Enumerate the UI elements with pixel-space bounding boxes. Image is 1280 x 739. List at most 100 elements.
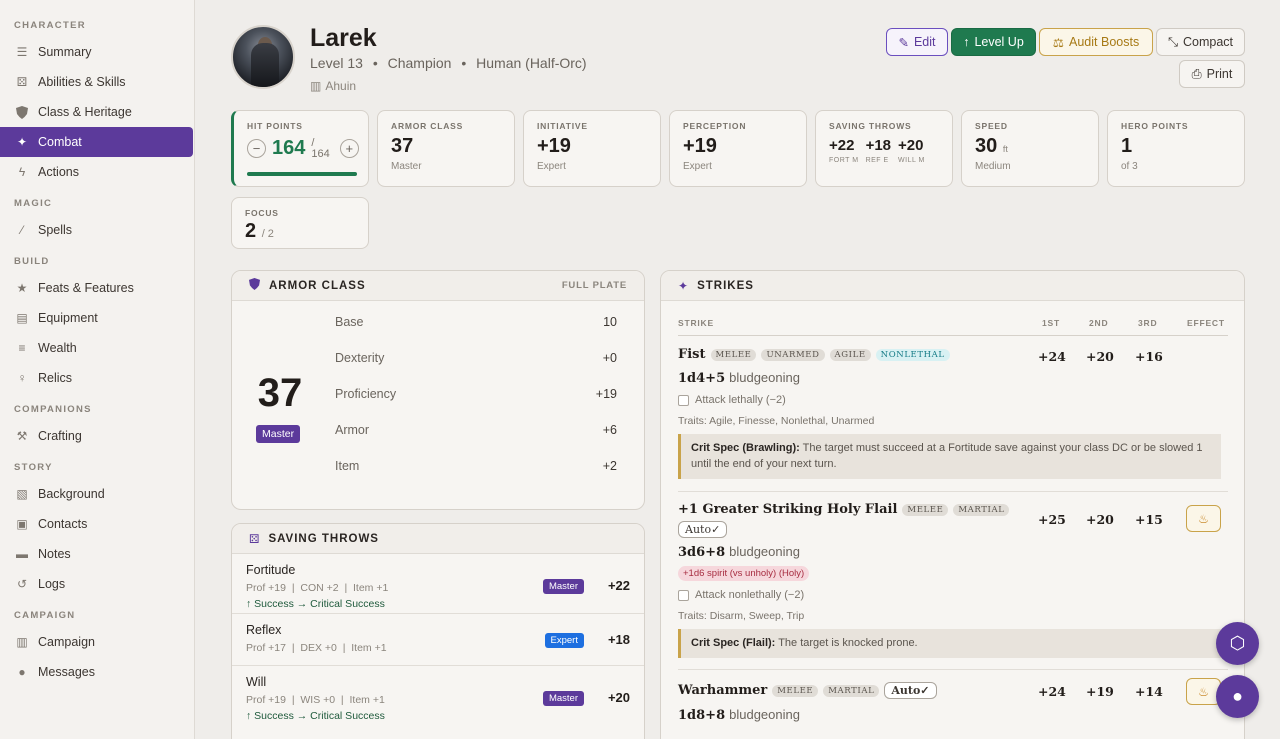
- chat-button[interactable]: ●: [1216, 675, 1259, 718]
- focus-label: FOCUS: [245, 208, 279, 218]
- sidebar-section-title: CHARACTER: [14, 20, 86, 31]
- panel-header: ✦ STRIKES: [661, 271, 1244, 301]
- checkbox[interactable]: [678, 394, 689, 406]
- initiative-card[interactable]: INITIATIVE +19 Expert: [523, 110, 661, 187]
- increase-hp-button[interactable]: +: [339, 139, 359, 158]
- save-bonus-text: ↑ Success → Critical Success: [246, 598, 385, 610]
- damage-type: bludgeoning: [729, 370, 800, 385]
- hp-bar: [247, 172, 357, 176]
- sidebar-item-contacts[interactable]: ▣ Contacts: [0, 509, 194, 539]
- sidebar-item-spells[interactable]: ⁄ Spells: [0, 215, 194, 245]
- attack-nonlethally-toggle[interactable]: Attack nonlethally (−2): [678, 589, 1228, 601]
- strike-name: Fist: [678, 347, 706, 362]
- sidebar-item-notes[interactable]: ▬ Notes: [0, 539, 194, 569]
- compress-icon: ⤡: [1167, 34, 1178, 49]
- sidebar-item-background[interactable]: ▧ Background: [0, 479, 194, 509]
- attack-lethally-toggle[interactable]: Attack lethally (−2): [678, 394, 1228, 406]
- effect-button[interactable]: ♨: [1186, 505, 1221, 532]
- rank-badge: Master: [542, 691, 584, 706]
- sidebar-item-label: Relics: [38, 371, 73, 385]
- save-row-fortitude[interactable]: Fortitude Prof +19 | CON +2 | Item +1 ↑ …: [232, 554, 644, 614]
- sidebar-item-abilities-skills[interactable]: ⚄ Abilities & Skills: [0, 67, 194, 97]
- sidebar-item-combat[interactable]: ✦ Combat: [0, 127, 193, 157]
- will-save[interactable]: +20 WILL M: [898, 137, 925, 164]
- crit-spec: Crit Spec (Brawling): The target must su…: [678, 434, 1221, 479]
- col-third: 3RD: [1138, 318, 1158, 328]
- trait-tag: MARTIAL: [823, 684, 880, 697]
- sidebar-item-crafting[interactable]: ⚒ Crafting: [0, 421, 194, 451]
- perception-label: PERCEPTION: [683, 121, 747, 131]
- perception-value: +19: [683, 135, 717, 157]
- sidebar-item-wealth[interactable]: ≡ Wealth: [0, 333, 194, 363]
- dice-roller-button[interactable]: ⬡: [1216, 622, 1259, 665]
- trait-tag: AGILE: [829, 348, 871, 361]
- sidebar-item-label: Contacts: [38, 517, 88, 531]
- decrease-hp-button[interactable]: −: [247, 139, 266, 158]
- attack-mode-select[interactable]: Auto✓: [678, 521, 728, 538]
- character-level: Level 13: [310, 55, 363, 71]
- save-row-reflex[interactable]: Reflex Prof +17 | DEX +0 | Item +1 Exper…: [232, 614, 644, 666]
- ac-row-value: 10: [603, 315, 617, 329]
- sidebar-item-campaign[interactable]: ▥ Campaign: [0, 627, 194, 657]
- save-row-will[interactable]: Will Prof +19 | WIS +0 | Item +1 ↑ Succe…: [232, 666, 644, 726]
- damage-row[interactable]: 3d6+8 bludgeoning: [678, 544, 1228, 560]
- sidebar-item-logs[interactable]: ↺ Logs: [0, 569, 194, 599]
- attack-mode-select[interactable]: Auto✓: [884, 682, 937, 699]
- ref-save[interactable]: +18 REF E: [866, 137, 891, 164]
- save-total: +22: [607, 578, 630, 593]
- hero-points-card[interactable]: HERO POINTS 1 of 3: [1107, 110, 1245, 187]
- attack-second[interactable]: +19: [1086, 684, 1114, 699]
- checkbox[interactable]: [678, 589, 689, 601]
- sidebar-item-actions[interactable]: ϟ Actions: [0, 157, 194, 187]
- panel-header: ⚄ SAVING THROWS: [232, 524, 644, 554]
- attack-second[interactable]: +20: [1086, 512, 1114, 527]
- attack-third[interactable]: +14: [1135, 684, 1163, 699]
- attack-third[interactable]: +16: [1135, 349, 1163, 364]
- save-total: +18: [607, 632, 630, 647]
- damage-row[interactable]: 1d8+8 bludgeoning: [678, 707, 1228, 723]
- avatar[interactable]: [231, 25, 295, 89]
- messages-icon: ●: [18, 665, 26, 679]
- strike-warhammer: Warhammer MELEE MARTIAL Auto✓ +24 +19 +1…: [678, 678, 1228, 723]
- ac-row-label: Item: [335, 459, 360, 473]
- attack-first[interactable]: +24: [1038, 684, 1066, 699]
- sidebar-item-label: Abilities & Skills: [38, 75, 126, 89]
- sidebar-item-class-heritage[interactable]: Class & Heritage: [0, 97, 194, 127]
- edit-button[interactable]: ✎ Edit: [886, 28, 948, 56]
- chevron-down-icon: ✓: [920, 684, 930, 697]
- focus-card[interactable]: FOCUS 2 / 2: [231, 197, 369, 249]
- damage-dice: 3d6+8: [678, 545, 726, 560]
- sidebar-item-label: Feats & Features: [38, 281, 134, 295]
- damage-row[interactable]: 1d4+5 bludgeoning: [678, 370, 1228, 386]
- sidebar-item-summary[interactable]: ☰ Summary: [0, 37, 194, 67]
- dice-icon: ⚄: [249, 531, 260, 546]
- attack-first[interactable]: +24: [1038, 349, 1066, 364]
- sidebar-item-equipment[interactable]: ▤ Equipment: [0, 303, 194, 333]
- attack-third[interactable]: +15: [1135, 512, 1163, 527]
- level-up-button[interactable]: ↑ Level Up: [951, 28, 1036, 56]
- sidebar-item-feats-features[interactable]: ★ Feats & Features: [0, 273, 194, 303]
- attack-second[interactable]: +20: [1086, 349, 1114, 364]
- speed-value: 30 ft: [975, 135, 1098, 158]
- sidebar-item-messages[interactable]: ● Messages: [0, 657, 194, 687]
- compact-button[interactable]: ⤡ Compact: [1156, 28, 1245, 56]
- damage-type: bludgeoning: [729, 544, 800, 559]
- ac-row-item: Item +2: [335, 459, 617, 495]
- note-icon: ▬: [16, 547, 28, 561]
- saving-throws-label: SAVING THROWS: [829, 121, 912, 131]
- attack-first[interactable]: +25: [1038, 512, 1066, 527]
- strike-name: Warhammer: [678, 683, 768, 698]
- fort-save[interactable]: +22 FORT M: [829, 137, 859, 164]
- map-icon: ▥: [16, 635, 28, 649]
- hp-current[interactable]: 164: [272, 137, 305, 160]
- combat-icon: ✦: [16, 135, 28, 149]
- audit-boosts-button[interactable]: ⚖ Audit Boosts: [1039, 28, 1153, 56]
- wand-icon: ⁄: [20, 223, 23, 237]
- perception-card[interactable]: PERCEPTION +19 Expert: [669, 110, 807, 187]
- print-button[interactable]: ⎙ Print: [1179, 60, 1245, 88]
- saving-throws-panel: ⚄ SAVING THROWS Fortitude Prof +19 | CON…: [231, 523, 645, 739]
- ac-row-value: +2: [602, 459, 617, 473]
- focus-current: 2: [245, 220, 257, 242]
- sidebar-item-label: Crafting: [38, 429, 82, 443]
- sidebar-item-relics[interactable]: ♀ Relics: [0, 363, 194, 393]
